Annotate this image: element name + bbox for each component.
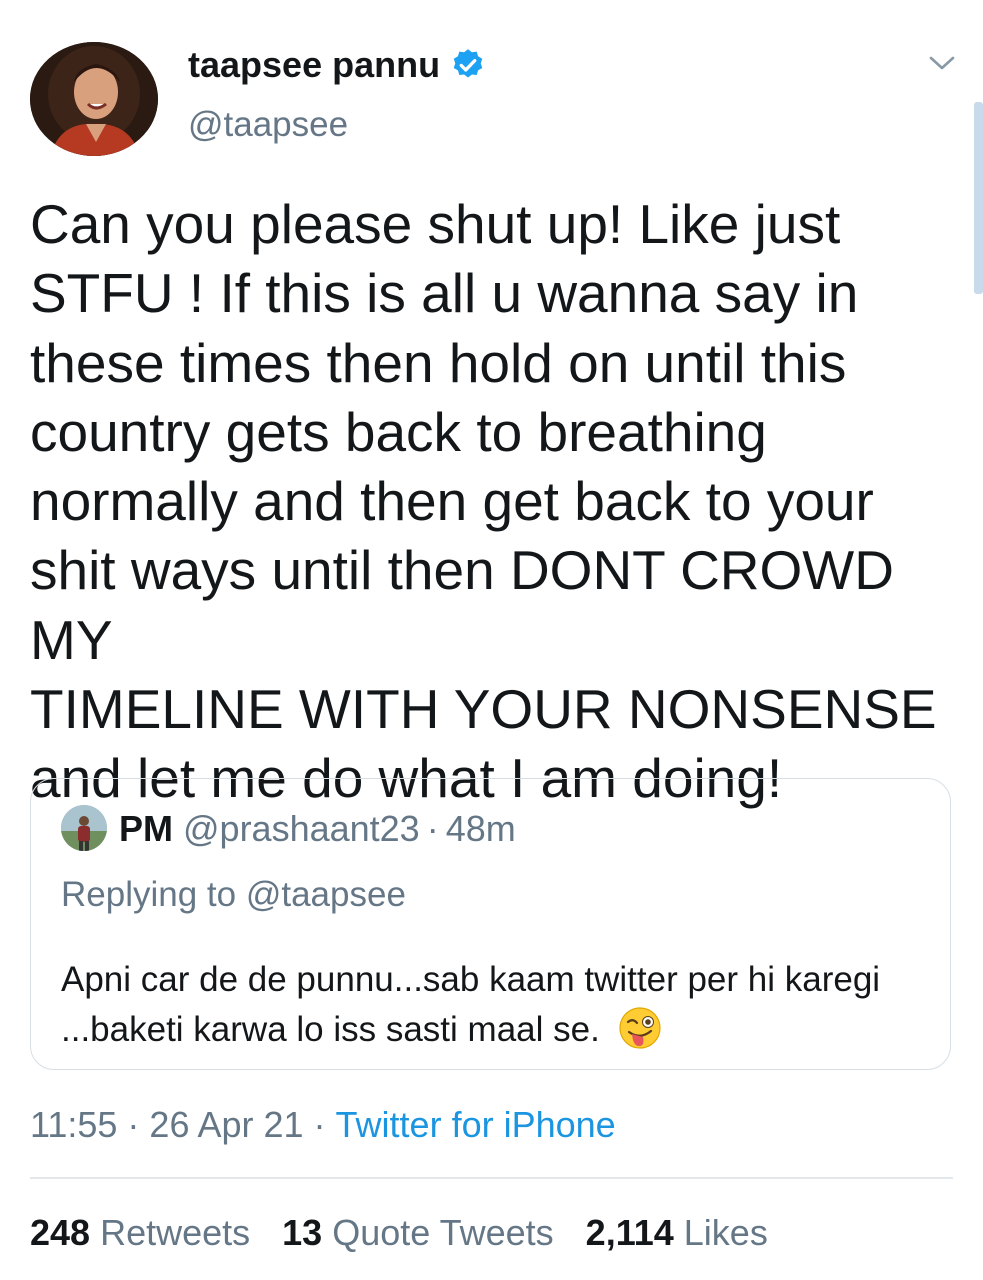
quoted-tweet-text: Apni car de de punnu...sab kaam twitter …: [61, 955, 921, 1055]
tweet-source-link[interactable]: Twitter for iPhone: [336, 1104, 616, 1146]
meta-separator-2: ·: [313, 1104, 326, 1145]
quoted-header: PM @prashaant23 · 48m: [119, 808, 516, 850]
quoted-separator: ·: [426, 808, 439, 849]
tweet-date[interactable]: 26 Apr 21: [149, 1104, 303, 1146]
verified-badge-icon: [450, 47, 486, 83]
likes-stat[interactable]: 2,114 Likes: [586, 1212, 768, 1254]
author-avatar[interactable]: [30, 42, 158, 156]
quote-tweets-count: 13: [282, 1212, 323, 1253]
quoted-tweet-body: Apni car de de punnu...sab kaam twitter …: [61, 960, 881, 1049]
winking-face-with-tongue-emoji-icon: [618, 1006, 662, 1050]
retweets-label: Retweets: [100, 1212, 251, 1253]
likes-count: 2,114: [585, 1212, 674, 1253]
divider: [30, 1177, 953, 1179]
tweet-text: Can you please shut up! Like just STFU !…: [30, 193, 937, 810]
retweets-count: 248: [30, 1212, 91, 1253]
quote-tweets-stat[interactable]: 13 Quote Tweets: [282, 1212, 554, 1254]
quote-tweets-label: Quote Tweets: [332, 1212, 554, 1253]
quoted-author-handle[interactable]: @prashaant23: [183, 808, 420, 850]
tweet-stats: 248 Retweets 13 Quote Tweets 2,114 Likes: [30, 1212, 800, 1254]
author-handle[interactable]: @taapsee: [188, 105, 348, 145]
chevron-down-icon[interactable]: [926, 52, 958, 74]
quoted-author-avatar[interactable]: [61, 805, 107, 851]
quoted-tweet[interactable]: PM @prashaant23 · 48m Replying to @taaps…: [30, 778, 951, 1070]
retweets-stat[interactable]: 248 Retweets: [30, 1212, 250, 1254]
scrollbar[interactable]: [974, 102, 983, 294]
quoted-author-name[interactable]: PM: [119, 808, 173, 850]
likes-label: Likes: [683, 1212, 768, 1253]
author-name-text[interactable]: taapsee pannu: [188, 44, 440, 86]
tweet-meta: 11:55 · 26 Apr 21 · Twitter for iPhone: [30, 1104, 616, 1146]
meta-separator: ·: [127, 1104, 140, 1145]
quoted-timestamp: 48m: [445, 808, 516, 849]
replying-to-label: Replying to @taapsee: [61, 875, 406, 914]
tweet-time[interactable]: 11:55: [30, 1104, 117, 1146]
author-display-name[interactable]: taapsee pannu: [188, 44, 486, 86]
